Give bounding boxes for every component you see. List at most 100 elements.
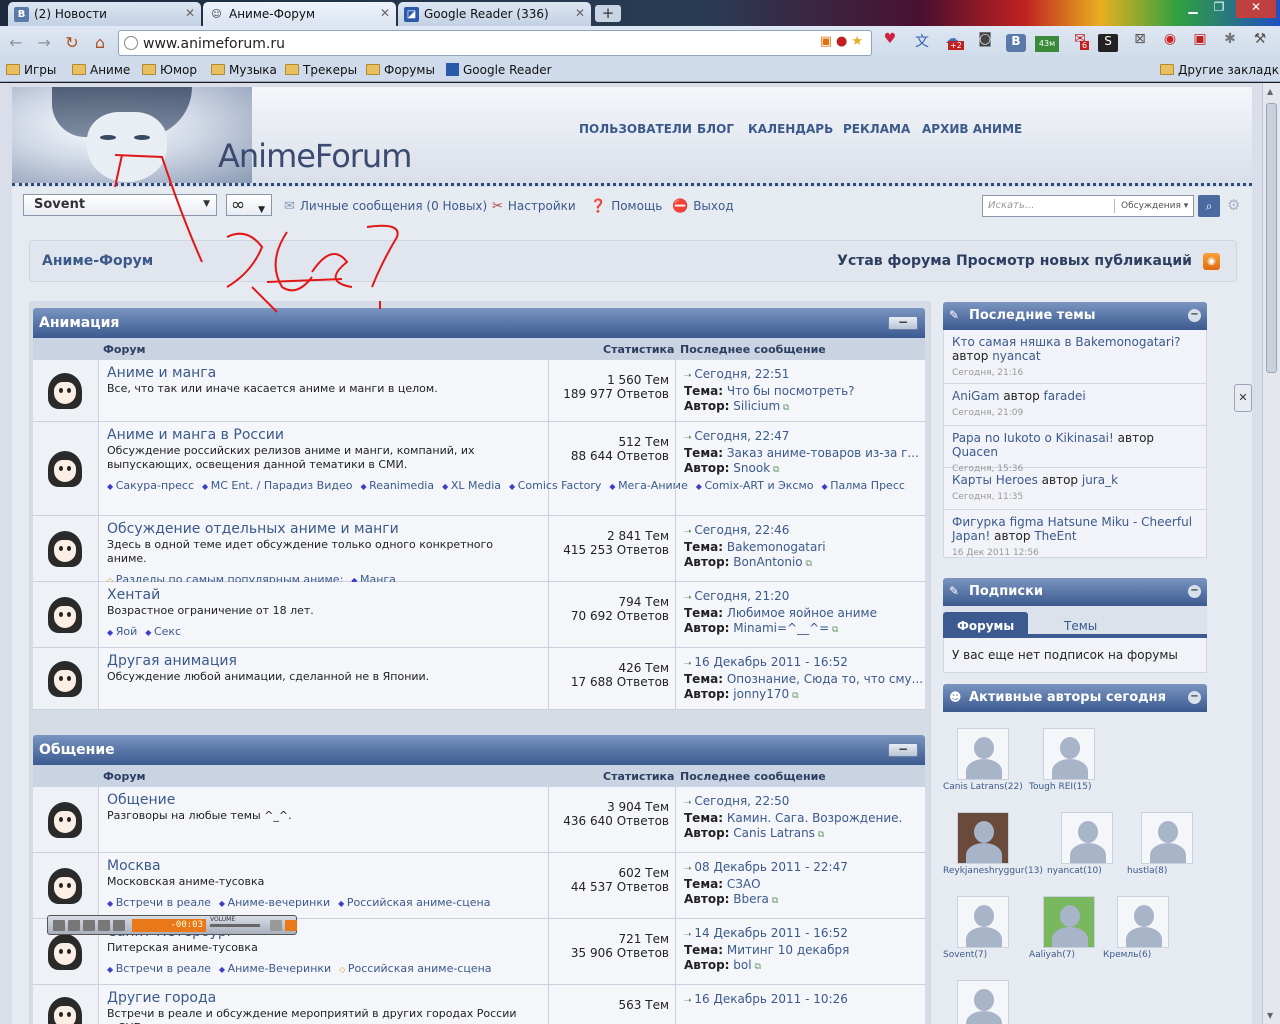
s-ext-icon[interactable]: S <box>1098 34 1118 52</box>
last-topic-link[interactable]: СЗАО <box>727 877 761 891</box>
last-topic-link[interactable]: Камин. Сага. Возрождение. <box>727 811 902 825</box>
subforum-link[interactable]: XL Media <box>442 479 501 492</box>
camera-ext-icon[interactable]: ◙ <box>975 31 995 53</box>
profile-link-icon[interactable]: ⧉ <box>770 465 779 475</box>
last-post-date[interactable]: Сегодня, 21:20 <box>684 589 925 606</box>
avatar[interactable] <box>1141 812 1193 864</box>
menu-icon[interactable] <box>285 920 297 931</box>
avatar[interactable] <box>957 980 1009 1024</box>
forum-title-link[interactable]: Другие города <box>107 990 548 1006</box>
window-close-icon[interactable]: ✕ <box>1236 0 1276 18</box>
bookmark-music[interactable]: Музыка <box>211 63 277 77</box>
active-author[interactable]: nyancat(10) <box>1047 812 1113 876</box>
last-post-date[interactable]: Сегодня, 22:50 <box>684 794 925 811</box>
back-icon[interactable]: ← <box>6 33 26 53</box>
new-tab-button[interactable]: + <box>595 5 621 22</box>
search-scope-select[interactable]: Обсуждения ▾ <box>1121 201 1188 211</box>
heart-ext-icon[interactable]: ♥ <box>880 31 900 53</box>
paw-ext-icon[interactable]: ✱ <box>1220 31 1240 53</box>
settings-link[interactable]: ✂ Настройки <box>492 199 576 214</box>
author-name[interactable]: Sovent <box>943 950 974 960</box>
profile-link-icon[interactable]: ⧉ <box>769 896 778 906</box>
profile-link-icon[interactable]: ⧉ <box>780 403 789 413</box>
last-post-date[interactable]: Сегодня, 22:46 <box>684 523 925 540</box>
tab-topics[interactable]: Темы <box>1050 612 1111 638</box>
recent-topic-link[interactable]: Papa no Iukoto o Kikinasai! <box>952 431 1114 445</box>
avatar[interactable] <box>957 728 1009 780</box>
last-post-date[interactable]: 16 Декабрь 2011 - 16:52 <box>684 655 925 672</box>
nav-users[interactable]: ПОЛЬЗОВАТЕЛИ <box>579 122 692 136</box>
gear-icon[interactable]: ⚙ <box>1227 196 1240 214</box>
vk-ext-icon[interactable]: В <box>1006 34 1026 52</box>
subforum-link[interactable]: Российская аниме-сцена <box>338 896 490 909</box>
nav-blog[interactable]: БЛОГ <box>697 122 734 136</box>
last-author-link[interactable]: BonAntonio <box>733 555 802 569</box>
breadcrumb-title[interactable]: Аниме-Форум <box>42 253 153 269</box>
collapse-icon[interactable]: − <box>1188 309 1201 322</box>
collapse-icon[interactable]: − <box>888 743 918 757</box>
last-author-link[interactable]: Silicium <box>733 399 780 413</box>
active-author[interactable]: Aaliyah(7) <box>1029 896 1095 960</box>
recent-topic-link[interactable]: Кто самая няшка в Bakemonogatari? <box>952 335 1181 349</box>
home-icon[interactable]: ⌂ <box>90 33 110 53</box>
last-author-link[interactable]: Canis Latrans <box>733 826 815 840</box>
last-post-date[interactable]: Сегодня, 22:51 <box>684 367 925 384</box>
timer-ext-icon[interactable]: 43м <box>1035 36 1059 52</box>
subforum-link[interactable]: Аниме-вечеринки <box>219 896 330 909</box>
profile-link-icon[interactable]: ⧉ <box>829 625 838 635</box>
active-author[interactable]: Canis Latrans(22) <box>943 728 1023 792</box>
recent-author-link[interactable]: faradei <box>1044 389 1086 403</box>
close-tab-icon[interactable]: ✕ <box>575 6 585 20</box>
author-name[interactable]: nyancat <box>1047 866 1083 876</box>
last-topic-link[interactable]: Заказ аниме-товаров из-за г... <box>727 446 919 460</box>
last-post-date[interactable]: 16 Декабрь 2011 - 10:26 <box>684 992 925 1009</box>
avatar[interactable] <box>1043 896 1095 948</box>
tab-google-reader[interactable]: ◪ Google Reader (336) ✕ <box>398 2 591 26</box>
avatar[interactable] <box>957 812 1009 864</box>
collapse-icon[interactable]: − <box>1188 691 1201 704</box>
omnibox-icons[interactable]: ▣●★ <box>820 34 867 49</box>
stop-icon[interactable] <box>83 920 95 931</box>
tab-forums[interactable]: Форумы <box>943 612 1029 638</box>
breadcrumb-links[interactable]: Устав форума Просмотр новых публикаций <box>837 253 1192 269</box>
recent-author-link[interactable]: Quacen <box>952 445 998 459</box>
close-tab-icon[interactable]: ✕ <box>380 6 390 20</box>
avatar[interactable] <box>1043 728 1095 780</box>
profile-link-icon[interactable]: ⧉ <box>803 559 811 569</box>
scrollbar[interactable]: ▲ ▼ <box>1262 83 1280 1024</box>
recent-topic-link[interactable]: AniGam <box>952 389 1000 403</box>
subforum-link[interactable]: Российская аниме-сцена <box>339 962 491 975</box>
last-topic-link[interactable]: Опознание, Сюда то, что сму... <box>727 672 923 686</box>
last-author-link[interactable]: Minami=^__^= <box>733 621 829 635</box>
active-author[interactable]: Reykjaneshryggur(13) <box>943 812 1043 876</box>
author-name[interactable]: Кремль <box>1103 950 1139 960</box>
tab-animeforum[interactable]: ☺ Аниме-Форум ✕ <box>203 2 396 26</box>
profile-link-icon[interactable]: ⧉ <box>752 962 760 972</box>
search-button[interactable]: ⌕ <box>1198 195 1220 217</box>
recent-topic-link[interactable]: Карты Heroes <box>952 473 1038 487</box>
weather-ext-icon[interactable]: ☁ +2 <box>942 31 964 53</box>
wrench-icon[interactable]: ⚒ <box>1250 31 1270 53</box>
subforum-link[interactable]: Сакура-пресс <box>107 479 194 492</box>
next-icon[interactable] <box>113 920 125 931</box>
logout-link[interactable]: ⛔ Выход <box>672 199 734 214</box>
forum-title-link[interactable]: Москва <box>107 858 548 874</box>
active-author[interactable] <box>943 980 1009 1024</box>
rss-icon[interactable]: ◉ <box>1203 253 1220 270</box>
bookmark-other[interactable]: Другие закладки <box>1160 63 1280 77</box>
search-input[interactable]: Искать... Обсуждения ▾ <box>982 195 1194 217</box>
messages-link[interactable]: ✉ Личные сообщения (0 Новых) <box>284 199 487 214</box>
user-menu[interactable]: Sovent ▼ <box>23 194 217 216</box>
nav-anime-archive[interactable]: АРХИВ АНИМЕ <box>922 122 1022 136</box>
tab-news[interactable]: В (2) Новости ✕ <box>8 2 201 26</box>
sidebar-toggle-icon[interactable]: ✕ <box>1234 384 1252 412</box>
bookmark-trackers[interactable]: Трекеры <box>285 63 357 77</box>
forward-icon[interactable]: → <box>34 33 54 53</box>
last-post-date[interactable]: 08 Декабрь 2011 - 22:47 <box>684 860 925 877</box>
subforum-link[interactable]: Reanimedia <box>360 479 434 492</box>
forum-title-link[interactable]: Аниме и манга в России <box>107 427 548 443</box>
avatar[interactable] <box>1061 812 1113 864</box>
forum-title-link[interactable]: Общение <box>107 792 548 808</box>
subforum-link[interactable]: Яой <box>107 625 137 638</box>
last-topic-link[interactable]: Митинг 10 декабря <box>727 943 850 957</box>
